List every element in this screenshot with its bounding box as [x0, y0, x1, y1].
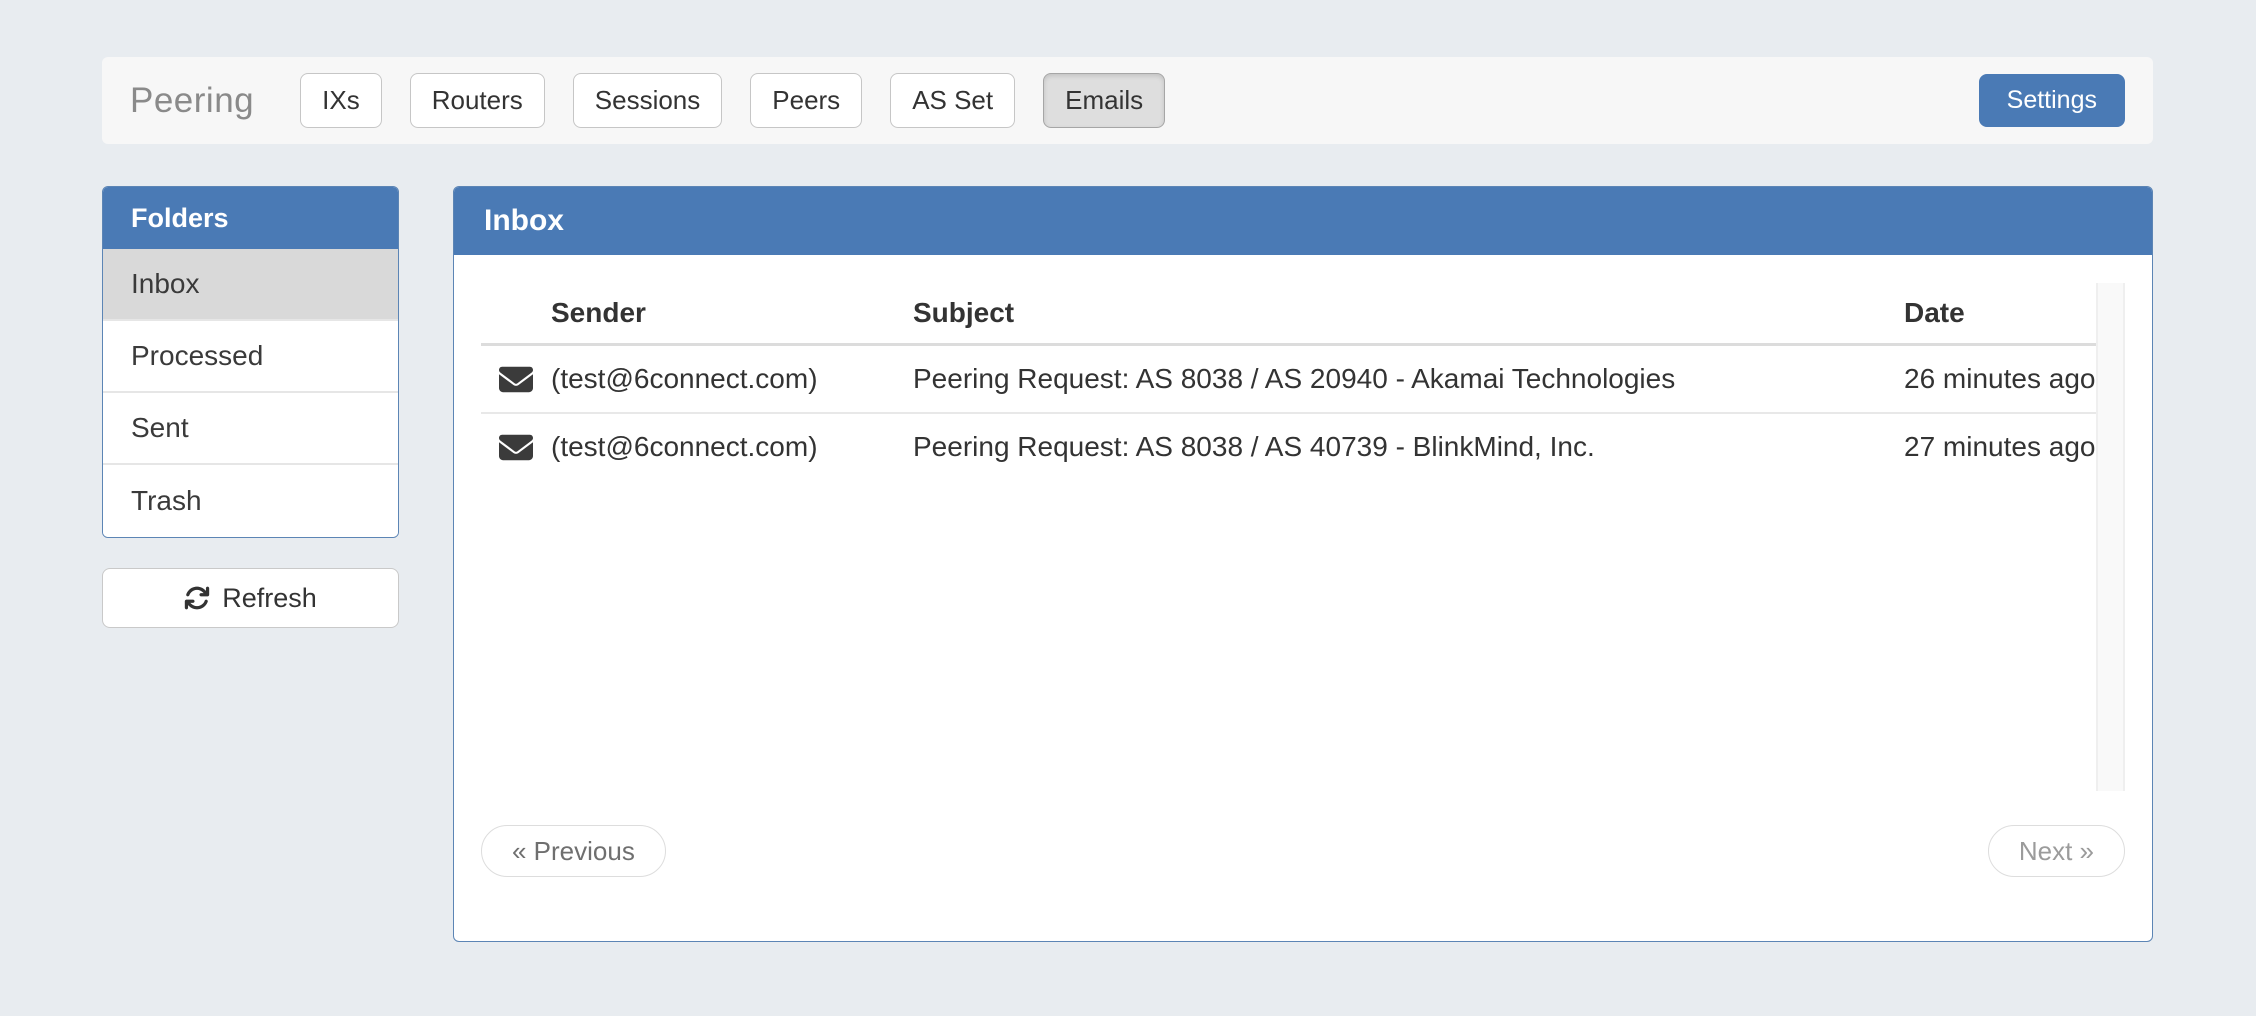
folder-item-inbox[interactable]: Inbox	[103, 249, 398, 321]
tab-routers[interactable]: Routers	[410, 73, 545, 128]
page-title: Peering	[130, 81, 254, 121]
inbox-panel-header: Inbox	[454, 187, 2152, 255]
tab-emails[interactable]: Emails	[1043, 73, 1165, 128]
tab-as-set[interactable]: AS Set	[890, 73, 1015, 128]
mail-table-header-row: Sender Subject Date	[481, 283, 2096, 345]
topbar: Peering IXs Routers Sessions Peers AS Se…	[102, 57, 2153, 144]
folder-item-label: Sent	[131, 412, 189, 444]
tab-sessions[interactable]: Sessions	[573, 73, 723, 128]
folders-panel-header: Folders	[103, 187, 398, 249]
column-header-icon	[481, 283, 551, 345]
folder-item-label: Processed	[131, 340, 263, 372]
previous-page-button[interactable]: « Previous	[481, 825, 666, 877]
mail-row-sender: (test@6connect.com)	[551, 413, 913, 480]
column-header-sender: Sender	[551, 283, 913, 345]
next-page-button[interactable]: Next »	[1988, 825, 2125, 877]
refresh-icon	[184, 585, 210, 611]
folders-panel: Folders Inbox Processed Sent Trash	[102, 186, 399, 538]
mail-row-subject: Peering Request: AS 8038 / AS 20940 - Ak…	[913, 345, 1904, 414]
scrollbar-track[interactable]	[2096, 283, 2125, 791]
page: { "colors": { "accent_blue": "#4a7ab5", …	[0, 0, 2256, 1016]
envelope-icon	[481, 413, 551, 480]
folder-item-processed[interactable]: Processed	[103, 321, 398, 393]
tab-ixs[interactable]: IXs	[300, 73, 382, 128]
inbox-panel-body: Sender Subject Date (test@6connect.com)	[454, 255, 2152, 941]
tab-peers[interactable]: Peers	[750, 73, 862, 128]
mail-table-wrapper: Sender Subject Date (test@6connect.com)	[481, 283, 2125, 791]
pagination: « Previous Next »	[481, 825, 2125, 877]
inbox-panel-title: Inbox	[484, 204, 564, 238]
column-header-date: Date	[1904, 283, 2096, 345]
mail-row-subject: Peering Request: AS 8038 / AS 40739 - Bl…	[913, 413, 1904, 480]
mail-table: Sender Subject Date (test@6connect.com)	[481, 283, 2096, 480]
envelope-icon	[481, 345, 551, 414]
folders-panel-title: Folders	[131, 203, 229, 234]
settings-button[interactable]: Settings	[1979, 74, 2125, 127]
folder-item-label: Trash	[131, 485, 202, 517]
mail-row-1[interactable]: (test@6connect.com) Peering Request: AS …	[481, 345, 2096, 414]
column-header-subject: Subject	[913, 283, 1904, 345]
inbox-panel: Inbox Sender Subject Date	[453, 186, 2153, 942]
folder-item-sent[interactable]: Sent	[103, 393, 398, 465]
refresh-button[interactable]: Refresh	[102, 568, 399, 628]
folder-item-trash[interactable]: Trash	[103, 465, 398, 537]
mail-row-date: 27 minutes ago	[1904, 413, 2096, 480]
mail-row-sender: (test@6connect.com)	[551, 345, 913, 414]
folder-item-label: Inbox	[131, 268, 200, 300]
refresh-button-label: Refresh	[222, 583, 317, 614]
mail-row-date: 26 minutes ago	[1904, 345, 2096, 414]
mail-row-2[interactable]: (test@6connect.com) Peering Request: AS …	[481, 413, 2096, 480]
